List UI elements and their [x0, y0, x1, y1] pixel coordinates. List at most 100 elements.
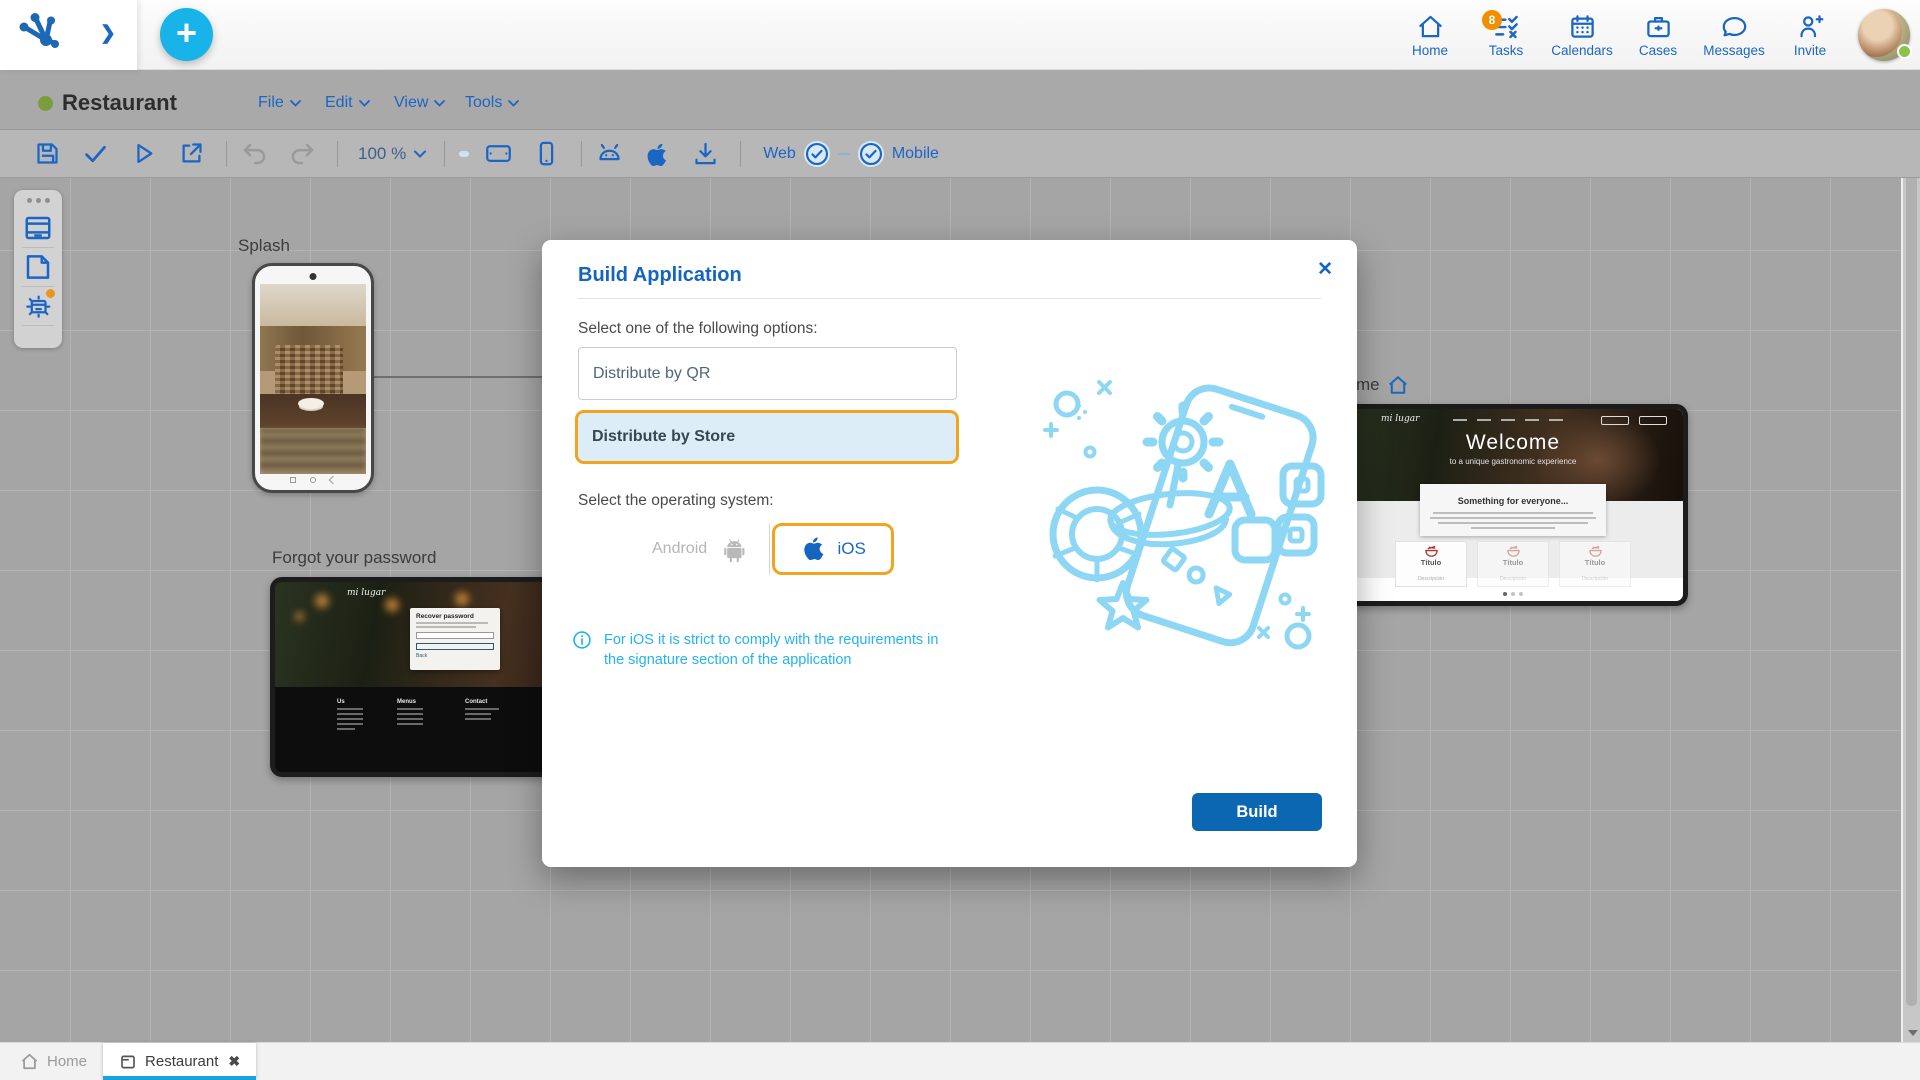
tab-home-label: Home [47, 1053, 88, 1070]
phone-nav-buttons [255, 475, 371, 487]
recover-password-title: Recover password [416, 613, 474, 620]
briefcase-icon [1645, 13, 1672, 40]
scrollbar-thumb[interactable] [1906, 178, 1917, 1006]
tablet-view-button[interactable] [485, 140, 512, 167]
menu-tools[interactable]: Tools [465, 94, 520, 112]
email-field [416, 632, 494, 639]
bowl-icon [1424, 545, 1438, 557]
back-link: Back [416, 653, 428, 659]
home-screen-preview[interactable]: mi lugar Welcome to a unique gastronomic… [1338, 404, 1688, 606]
menu-bar: Restaurant File Edit View Tools [0, 70, 1920, 130]
splash-screen-preview[interactable] [252, 263, 374, 493]
web-check-icon[interactable] [803, 140, 830, 167]
user-avatar[interactable] [1858, 9, 1912, 61]
menu-card: Título Descripción [1395, 541, 1467, 587]
option-ios-selected[interactable]: iOS [772, 523, 895, 575]
desktop-view-button-selected[interactable] [459, 150, 470, 157]
publish-export-button[interactable] [178, 140, 205, 167]
option-distribute-by-qr[interactable]: Distribute by QR [578, 347, 957, 400]
os-divider [769, 524, 771, 574]
screen-label-splash[interactable]: Splash [238, 236, 290, 256]
add-new-button[interactable]: + [160, 8, 213, 61]
validate-button[interactable] [82, 140, 109, 167]
intro-card-title: Something for everyone... [1457, 496, 1569, 506]
popup-builder-icon[interactable] [23, 289, 55, 321]
info-icon [573, 631, 591, 649]
zoom-value: 100 % [358, 143, 407, 163]
bowl-icon [1506, 545, 1520, 557]
save-button[interactable] [34, 140, 61, 167]
project-status-dot [38, 96, 53, 111]
welcome-title: Welcome [1465, 431, 1561, 454]
site-logo: mi lugar [1381, 414, 1420, 424]
tab-restaurant-active[interactable]: Restaurant ✖ [103, 1043, 257, 1080]
mobile-view-button[interactable] [533, 140, 560, 167]
chat-bubble-icon [1721, 13, 1748, 40]
menu-cards: Título Descripción Título Descripción Títu… [1395, 541, 1631, 587]
mobile-status-label: Mobile [891, 144, 939, 162]
tab-home[interactable]: Home [4, 1043, 103, 1080]
nav-cases-label: Cases [1638, 42, 1678, 58]
tab-close-icon[interactable]: ✖ [228, 1053, 240, 1070]
build-button[interactable]: Build [1192, 793, 1322, 831]
option-android[interactable]: Android [652, 533, 753, 565]
vertical-scrollbar[interactable] [1901, 178, 1920, 1042]
mobile-check-icon[interactable] [857, 140, 884, 167]
undo-button[interactable] [241, 140, 268, 167]
nav-messages-label: Messages [1703, 42, 1765, 58]
tab-restaurant-label: Restaurant [145, 1053, 219, 1070]
menu-edit[interactable]: Edit [325, 94, 370, 112]
menu-card: Título Descripción [1477, 541, 1549, 587]
menu-file[interactable]: File [258, 94, 301, 112]
new-page-icon[interactable] [23, 252, 53, 282]
logo-box: ❯ [0, 0, 137, 70]
intro-card: Something for everyone... [1420, 484, 1606, 536]
design-canvas[interactable]: Splash Forgot your password mi lugar Rec… [0, 178, 1920, 1042]
zoom-select[interactable]: 100 % [358, 143, 427, 164]
splash-screen-image [260, 284, 366, 474]
close-icon[interactable]: ✕ [1317, 258, 1333, 281]
ios-build-button[interactable] [644, 140, 671, 167]
nav-tasks[interactable]: 8 Tasks [1468, 9, 1544, 58]
login-pill-button [1601, 416, 1629, 425]
tasks-badge: 8 [1482, 9, 1502, 30]
layout-sections-icon[interactable] [23, 213, 53, 243]
web-status-label: Web [763, 144, 796, 162]
welcome-subtitle: to a unique gastronomic experience [1449, 457, 1577, 466]
ios-info-note: For iOS it is strict to comply with the … [572, 630, 962, 671]
nav-home[interactable]: Home [1392, 13, 1468, 58]
menu-view[interactable]: View [394, 94, 446, 112]
os-label: Select the operating system: [578, 492, 774, 509]
nav-calendars-label: Calendars [1551, 42, 1613, 58]
web-mobile-connector [837, 152, 850, 155]
project-tab-icon [121, 1055, 135, 1068]
expand-panel-button[interactable]: ❯ [100, 22, 116, 45]
preview-play-button[interactable] [130, 140, 157, 167]
modal-divider [578, 298, 1321, 299]
toolbar-separator [740, 140, 742, 167]
android-build-button[interactable] [596, 140, 623, 167]
redo-button[interactable] [289, 140, 316, 167]
panel-drag-handle[interactable] [26, 198, 50, 203]
home-screen-icon [1388, 376, 1407, 394]
site-logo: mi lugar [347, 588, 386, 598]
panel-divider [22, 286, 54, 287]
nav-calendars[interactable]: Calendars [1544, 13, 1620, 58]
scroll-down-arrow[interactable] [1908, 1030, 1918, 1036]
option-distribute-by-store-selected[interactable]: Distribute by Store [575, 410, 959, 464]
build-app-illustration [1043, 380, 1325, 650]
screen-label-home[interactable]: me [1356, 374, 1409, 396]
phone-camera-dot [309, 273, 317, 280]
web-mobile-status: Web Mobile [763, 140, 939, 167]
download-build-button[interactable] [692, 140, 719, 167]
toolbar-separator [337, 140, 338, 167]
nav-cases[interactable]: Cases [1620, 13, 1696, 58]
online-status-dot [1897, 44, 1912, 59]
bowl-icon [1588, 545, 1602, 557]
screen-label-forgot-password[interactable]: Forgot your password [272, 548, 436, 568]
send-button [416, 643, 494, 650]
nav-invite[interactable]: Invite [1772, 13, 1848, 58]
app-logo-icon[interactable] [16, 12, 62, 54]
nav-messages[interactable]: Messages [1696, 13, 1772, 58]
invite-user-icon [1797, 13, 1824, 40]
